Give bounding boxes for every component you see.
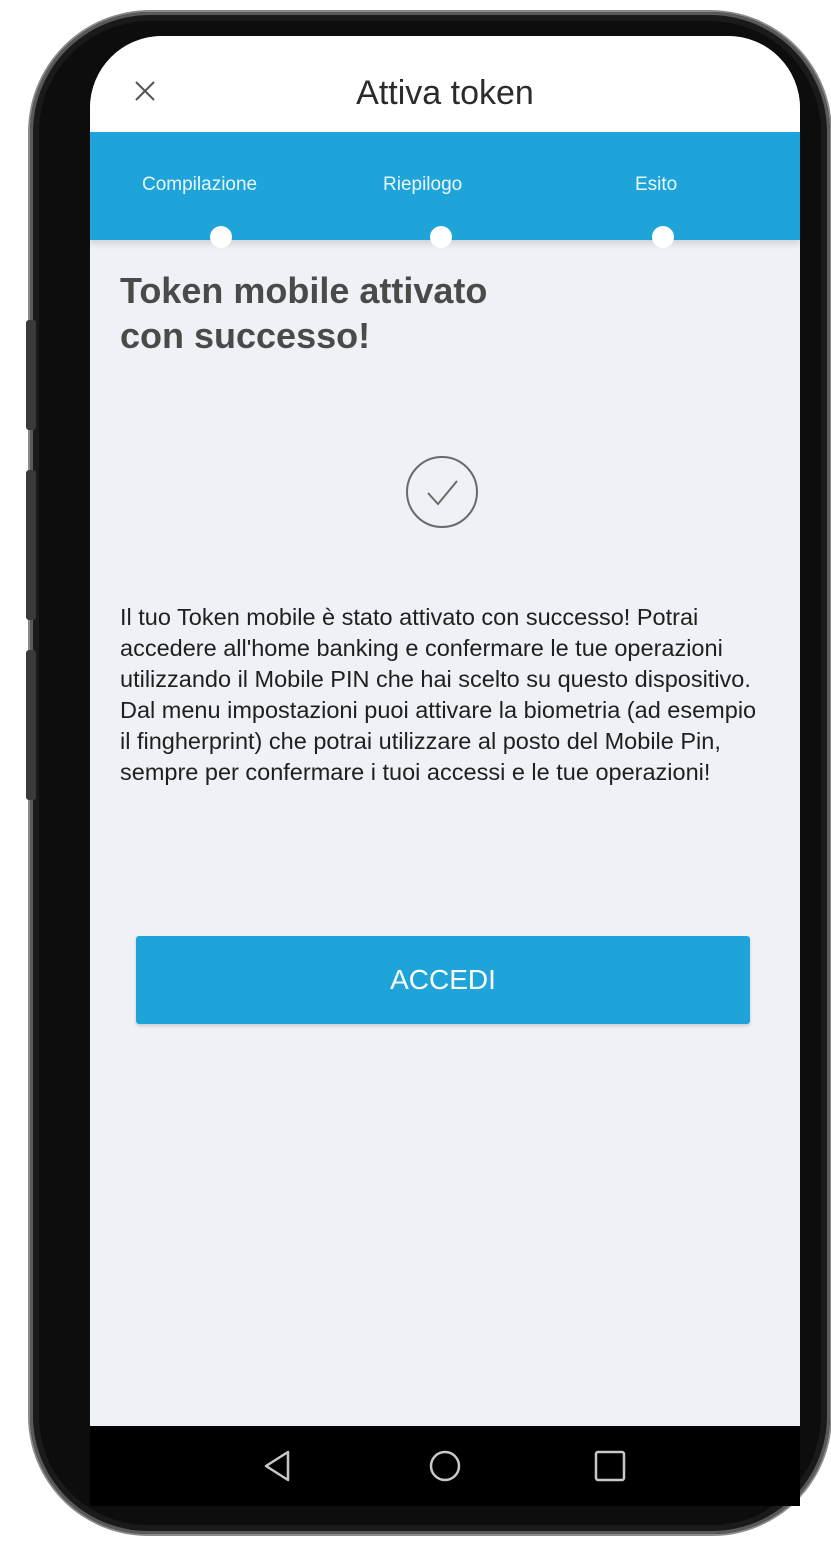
success-title: Token mobile attivato con successo!	[120, 270, 488, 356]
step-esito: Esito	[635, 174, 678, 195]
recents-icon[interactable]	[588, 1444, 632, 1488]
accedi-button[interactable]: ACCEDI	[136, 936, 750, 1024]
step-dot-compilazione	[210, 226, 232, 248]
check-circle-icon	[406, 456, 478, 528]
top-bar: Attiva token	[90, 36, 800, 132]
step-indicator: Compilazione Riepilogo Esito	[90, 132, 800, 248]
app-screen: Attiva token Compilazione Riepilogo Esit…	[90, 36, 800, 1426]
home-icon[interactable]	[423, 1444, 467, 1488]
success-message: Il tuo Token mobile è stato attivato con…	[120, 604, 757, 785]
back-icon[interactable]	[256, 1444, 300, 1488]
result-content: Token mobile attivato con successo! Il t…	[120, 256, 770, 785]
system-nav-bar	[90, 1426, 800, 1506]
power-button	[26, 650, 36, 800]
step-compilazione: Compilazione	[142, 174, 258, 195]
step-dot-riepilogo	[430, 226, 452, 248]
step-dot-esito	[652, 226, 674, 248]
volume-down-button	[26, 470, 36, 620]
page-title: Attiva token	[356, 74, 534, 112]
page: Attiva token Compilazione Riepilogo Esit…	[0, 0, 831, 1541]
volume-up-button	[26, 320, 36, 430]
step-riepilogo: Riepilogo	[383, 174, 463, 195]
